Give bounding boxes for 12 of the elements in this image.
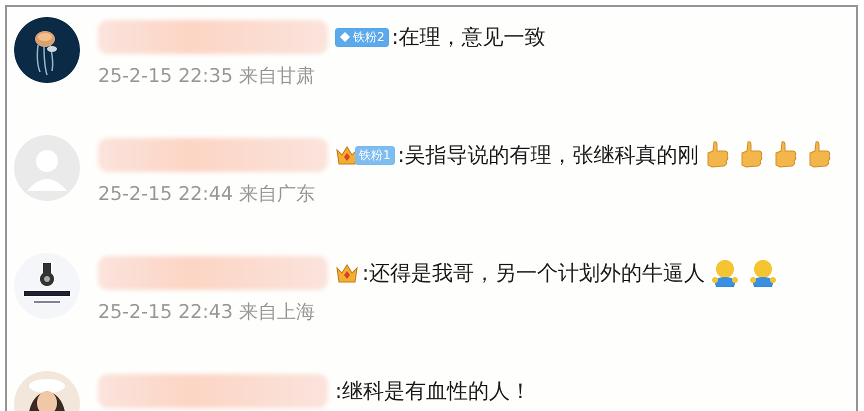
comment-time-location: 25-2-15 22:35 来自甘肃 bbox=[98, 64, 316, 89]
crown-icon bbox=[335, 262, 359, 284]
comment-time-location: 25-2-15 22:43 来自上海 bbox=[98, 300, 316, 325]
comment-text: :继科是有血性的人！ bbox=[335, 378, 532, 405]
hug-emoji-icon bbox=[748, 258, 778, 288]
diamond-icon bbox=[339, 31, 351, 43]
comment-text: :吴指导说的有理，张继科真的刚 bbox=[398, 142, 699, 169]
comment-text: :在理，意见一致 bbox=[392, 24, 546, 51]
comment-text: :还得是我哥，另一个计划外的牛逼人 bbox=[362, 260, 706, 287]
comment-time-location: 25-2-15 22:44 来自广东 bbox=[98, 182, 316, 207]
fan-badge: 铁粉2 bbox=[335, 28, 389, 46]
hug-emoji-icon bbox=[710, 258, 740, 288]
